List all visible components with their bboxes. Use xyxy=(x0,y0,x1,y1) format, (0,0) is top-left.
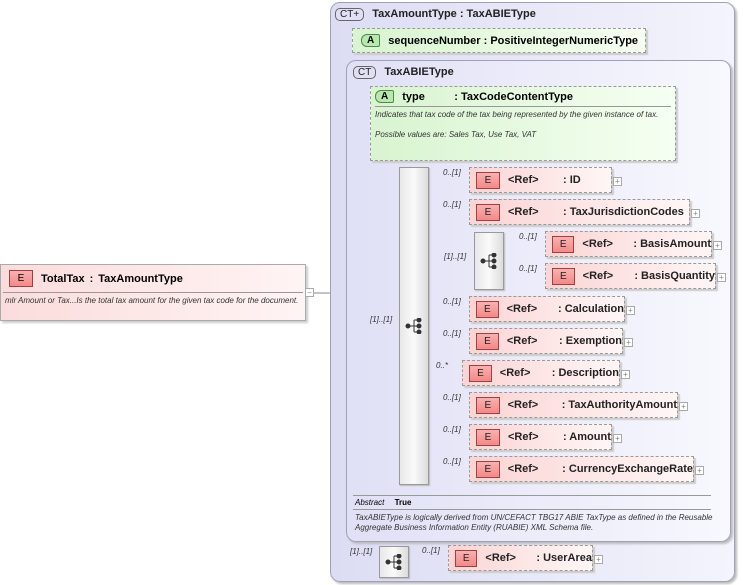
element-description[interactable]: E <Ref> : Description xyxy=(462,360,620,386)
element-badge: E xyxy=(476,171,500,189)
attribute-label: sequenceNumber : PositiveIntegerNumericT… xyxy=(388,34,639,47)
attribute-type-name: : TaxCodeContentType xyxy=(454,90,573,103)
sequence-compositor[interactable] xyxy=(399,167,429,485)
expand-toggle[interactable]: + xyxy=(717,273,726,282)
element-name: : UserArea xyxy=(536,552,592,564)
element-basisquantity[interactable]: E <Ref> : BasisQuantity xyxy=(545,263,716,289)
element-badge: E xyxy=(476,460,500,478)
inner-sequence-cardinality: [1]..[1] xyxy=(444,252,467,261)
element-taxjurisdictioncodes[interactable]: E <Ref> : TaxJurisdictionCodes xyxy=(469,199,690,225)
outer-sequence-cardinality: [1]..[1] xyxy=(350,547,373,556)
element-badge: E xyxy=(476,428,500,446)
attribute-badge: A xyxy=(361,34,381,47)
element-name: : TaxJurisdictionCodes xyxy=(563,206,684,218)
element-name: : BasisQuantity xyxy=(634,270,715,282)
outer-sequence-compositor[interactable] xyxy=(379,546,409,578)
sequence-icon xyxy=(385,554,402,570)
element-id[interactable]: E <Ref> : ID xyxy=(469,167,612,193)
expand-toggle[interactable]: + xyxy=(613,434,622,443)
collapse-toggle[interactable]: − xyxy=(305,288,314,297)
element-badge: E xyxy=(476,203,500,221)
element-badge: E xyxy=(476,332,499,350)
element-name: : CurrencyExchangeRate xyxy=(562,463,693,475)
element-name: : TaxAuthorityAmount xyxy=(561,399,677,411)
inner-sequence-compositor[interactable] xyxy=(474,232,504,290)
element-calculation[interactable]: E <Ref> : Calculation xyxy=(469,296,625,322)
element-name: : Amount xyxy=(563,431,611,443)
ref-label: <Ref> xyxy=(582,238,613,250)
outer-title: TaxAmountType : TaxABIEType xyxy=(372,8,536,20)
element-amount[interactable]: E <Ref> : Amount xyxy=(469,424,612,450)
ref-label: <Ref> xyxy=(485,552,516,564)
complex-type-badge: CT+ xyxy=(335,8,365,21)
ref-label: <Ref> xyxy=(507,399,539,411)
expand-toggle[interactable]: + xyxy=(713,241,722,250)
element-badge: E xyxy=(476,300,499,318)
element-badge: E xyxy=(9,270,33,287)
inner-title: TaxABIEType xyxy=(384,66,454,78)
element-badge: E xyxy=(455,549,478,567)
cardinality: 0..* xyxy=(436,361,449,370)
cardinality: 0..[1] xyxy=(519,264,537,273)
ref-label: <Ref> xyxy=(506,335,538,347)
element-badge: E xyxy=(552,235,575,253)
cardinality: 0..[1] xyxy=(422,546,440,555)
sequence-icon xyxy=(480,253,497,269)
cardinality: 0..[1] xyxy=(443,329,461,338)
element-name: : ID xyxy=(563,174,581,186)
element-name: : Description xyxy=(551,367,619,379)
cardinality: 0..[1] xyxy=(443,393,461,402)
element-userarea[interactable]: E <Ref> : UserArea xyxy=(448,545,593,571)
cardinality: 0..[1] xyxy=(443,457,461,466)
root-element-totaltax[interactable]: E TotalTax : TaxAmountType mlr Amount or… xyxy=(0,264,306,321)
root-type: TaxAmountType xyxy=(98,272,183,285)
cardinality: 0..[1] xyxy=(519,232,537,241)
element-badge: E xyxy=(476,396,500,414)
expand-toggle[interactable]: + xyxy=(624,338,633,347)
element-name: : Exemption xyxy=(559,335,622,347)
ref-label: <Ref> xyxy=(506,303,538,315)
expand-toggle[interactable]: + xyxy=(613,177,622,186)
abstract-value: True xyxy=(394,498,412,507)
complex-type-badge: CT xyxy=(353,66,377,79)
expand-toggle[interactable]: + xyxy=(621,370,630,379)
element-basisamount[interactable]: E <Ref> : BasisAmount xyxy=(545,231,712,257)
ref-label: <Ref> xyxy=(508,431,539,443)
root-documentation: mlr Amount or Tax...Is the total tax amo… xyxy=(5,296,299,305)
attribute-type[interactable]: A type : TaxCodeContentType Indicates th… xyxy=(370,86,676,161)
attribute-doc: Indicates that tax code of the tax being… xyxy=(375,110,659,119)
cardinality: 0..[1] xyxy=(443,200,461,209)
expand-toggle[interactable]: + xyxy=(679,402,688,411)
ref-label: <Ref> xyxy=(507,463,539,475)
cardinality: 0..[1] xyxy=(443,168,461,177)
attribute-sequencenumber[interactable]: A sequenceNumber : PositiveIntegerNumeri… xyxy=(352,28,646,53)
element-name: : Calculation xyxy=(557,303,624,315)
sequence-cardinality: [1]..[1] xyxy=(370,315,393,324)
root-name: TotalTax xyxy=(41,272,85,285)
ref-label: <Ref> xyxy=(582,270,614,282)
element-taxauthorityamount[interactable]: E <Ref> : TaxAuthorityAmount xyxy=(469,392,678,418)
ref-label: <Ref> xyxy=(499,367,531,379)
attribute-name: type xyxy=(402,90,425,103)
expand-toggle[interactable]: + xyxy=(691,209,700,218)
ref-label: <Ref> xyxy=(508,206,539,218)
attribute-doc-values: Possible values are: Sales Tax, Use Tax,… xyxy=(375,130,537,139)
element-name: : BasisAmount xyxy=(633,238,711,250)
expand-toggle[interactable]: + xyxy=(594,555,603,564)
attribute-badge: A xyxy=(375,90,395,103)
expand-toggle[interactable]: + xyxy=(626,306,635,315)
sequence-icon xyxy=(405,318,422,334)
inner-documentation: TaxABIEType is logically derived from UN… xyxy=(355,513,713,532)
abstract-label: Abstract xyxy=(355,498,385,507)
ref-label: <Ref> xyxy=(508,174,539,186)
cardinality: 0..[1] xyxy=(443,425,461,434)
expand-toggle[interactable]: + xyxy=(695,466,704,475)
element-badge: E xyxy=(552,267,575,285)
cardinality: 0..[1] xyxy=(443,297,461,306)
element-badge: E xyxy=(469,364,492,382)
element-exemption[interactable]: E <Ref> : Exemption xyxy=(469,328,623,354)
element-currencyexchangerate[interactable]: E <Ref> : CurrencyExchangeRate xyxy=(469,456,694,482)
